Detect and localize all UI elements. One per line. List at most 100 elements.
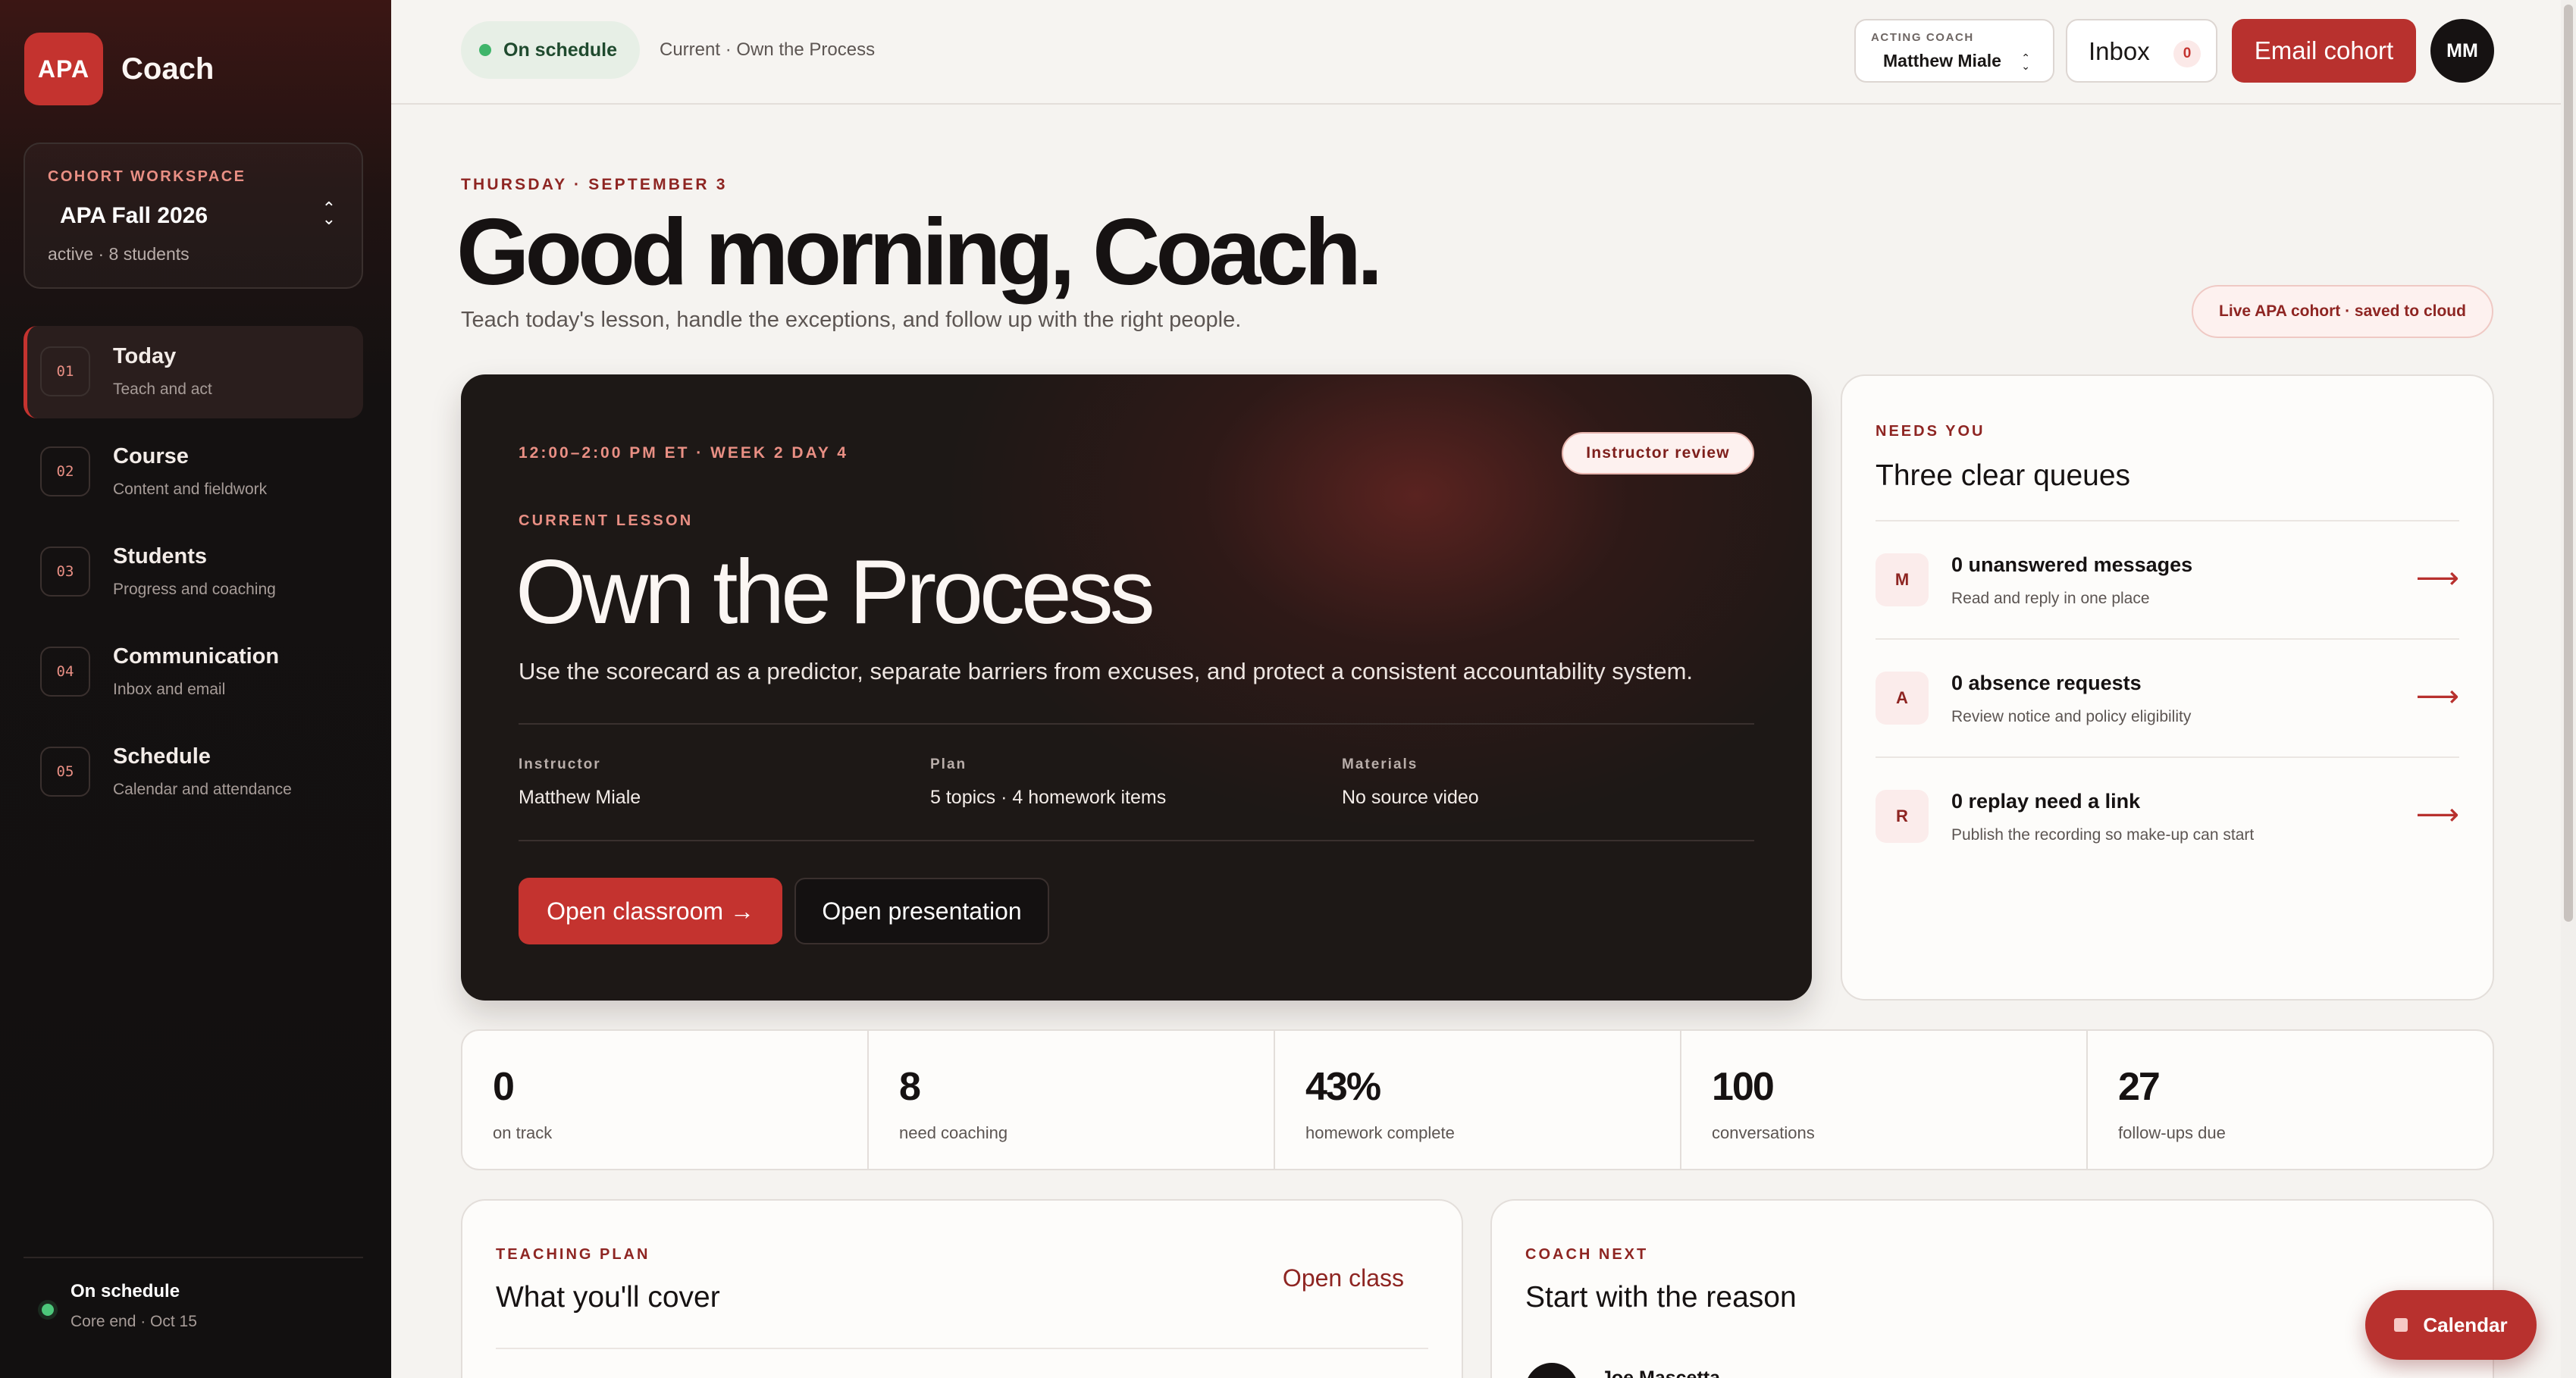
nav-subtitle: Inbox and email [113, 681, 226, 698]
stat-value: 100 [1712, 1065, 1775, 1109]
sidebar-item-schedule[interactable]: 05 Schedule Calendar and attendance [24, 726, 363, 819]
sidebar-item-course[interactable]: 02 Course Content and fieldwork [24, 426, 363, 518]
sidebar-nav: 01 Today Teach and act 02 Course Content… [24, 326, 363, 826]
nav-title: Students [113, 544, 208, 568]
open-classroom-button[interactable]: Open classroom → [519, 878, 782, 944]
page-title: Good morning, Coach. [456, 200, 1383, 305]
queue-name: 0 absence requests [1951, 672, 2142, 694]
meta-value-instructor: Matthew Miale [519, 787, 641, 808]
lesson-label: CURRENT LESSON [519, 512, 694, 529]
inbox-button[interactable]: Inbox 0 [2066, 19, 2217, 83]
status-label: On schedule [503, 39, 618, 61]
student-name[interactable]: Joe Mascetta [1601, 1367, 1720, 1378]
nav-title: Course [113, 444, 189, 468]
sidebar: APA Coach COHORT WORKSPACE APA Fall 2026… [0, 0, 391, 1378]
teaching-plan-eyebrow: TEACHING PLAN [496, 1246, 650, 1263]
arrow-right-icon: ⟶ [2415, 680, 2459, 713]
nav-subtitle: Teach and act [113, 381, 212, 398]
open-class-link[interactable]: Open class [1283, 1264, 1404, 1292]
calendar-icon [2394, 1318, 2408, 1332]
stat-value: 8 [899, 1065, 921, 1109]
stat-need-coaching[interactable]: 8 need coaching [869, 1031, 1275, 1169]
workspace-name: APA Fall 2026 [60, 203, 208, 228]
student-avatar [1525, 1363, 1578, 1378]
nav-number: 03 [40, 547, 90, 597]
queue-item-replays[interactable]: R 0 replay need a link Publish the recor… [1876, 756, 2459, 875]
arrow-right-icon: ⟶ [2415, 562, 2459, 595]
acting-coach-label: ACTING COACH [1871, 31, 1974, 44]
divider [496, 1348, 1428, 1349]
avatar[interactable]: MM [2430, 19, 2494, 83]
stat-label: follow-ups due [2118, 1123, 2226, 1142]
stat-label: conversations [1712, 1123, 1815, 1142]
email-cohort-button[interactable]: Email cohort [2232, 19, 2416, 83]
date-line: THURSDAY · SEPTEMBER 3 [461, 176, 728, 193]
queue-name: 0 unanswered messages [1951, 553, 2193, 576]
acting-coach-selector[interactable]: ACTING COACH Matthew Miale ⌃ ⌄ [1854, 19, 2054, 83]
nav-number: 04 [40, 647, 90, 697]
lesson-description: Use the scorecard as a predictor, separa… [519, 658, 1694, 684]
schedule-status-sub: Core end · Oct 15 [71, 1313, 197, 1330]
brand-name: Coach [121, 52, 215, 86]
nav-title: Communication [113, 644, 280, 669]
coach-next-card: COACH NEXT Start with the reason Joe Mas… [1490, 1199, 2494, 1378]
stat-label: need coaching [899, 1123, 1008, 1142]
nav-number: 05 [40, 747, 90, 797]
stat-value: 0 [493, 1065, 515, 1109]
queue-badge: A [1876, 672, 1929, 725]
scrollbar-thumb[interactable] [2564, 5, 2573, 922]
queues-eyebrow: NEEDS YOU [1876, 423, 1985, 440]
status-badge: On schedule [461, 21, 641, 79]
queue-description: Publish the recording so make-up can sta… [1951, 826, 2255, 844]
nav-number: 01 [40, 346, 90, 396]
open-presentation-button[interactable]: Open presentation [794, 878, 1049, 944]
breadcrumb: Current · Own the Process [660, 39, 876, 60]
teaching-plan-card: TEACHING PLAN What you'll cover Open cla… [461, 1199, 1463, 1378]
brand-logo: APA [24, 33, 103, 105]
workspace-meta: active · 8 students [48, 244, 190, 264]
acting-coach-name: Matthew Miale [1883, 51, 2001, 70]
lesson-title: Own the Process [516, 541, 1155, 643]
workspace-label: COHORT WORKSPACE [48, 168, 246, 185]
scrollbar[interactable] [2561, 0, 2576, 1378]
schedule-status-title: On schedule [71, 1281, 180, 1301]
lesson-time: 12:00–2:00 PM ET · WEEK 2 DAY 4 [519, 444, 848, 462]
sidebar-item-students[interactable]: 03 Students Progress and coaching [24, 526, 363, 619]
chevron-updown-icon: ⌃ ⌄ [2021, 52, 2030, 72]
sidebar-item-communication[interactable]: 04 Communication Inbox and email [24, 626, 363, 719]
queue-description: Read and reply in one place [1951, 590, 2150, 607]
meta-label-instructor: Instructor [519, 756, 601, 772]
sync-status-badge: Live APA cohort · saved to cloud [2192, 285, 2493, 338]
divider [519, 840, 1754, 841]
stat-homework-complete[interactable]: 43% homework complete [1275, 1031, 1681, 1169]
page-subtitle: Teach today's lesson, handle the excepti… [461, 308, 1242, 332]
stat-on-track[interactable]: 0 on track [462, 1031, 869, 1169]
calendar-button[interactable]: Calendar [2365, 1290, 2537, 1360]
sidebar-item-today[interactable]: 01 Today Teach and act [24, 326, 363, 418]
status-dot-icon [42, 1304, 54, 1316]
nav-title: Schedule [113, 744, 211, 769]
queue-name: 0 replay need a link [1951, 790, 2141, 813]
queue-badge: R [1876, 790, 1929, 843]
nav-number: 02 [40, 446, 90, 496]
nav-subtitle: Progress and coaching [113, 581, 276, 598]
inbox-count-badge: 0 [2173, 40, 2201, 67]
top-bar: On schedule Current · Own the Process AC… [391, 0, 2576, 105]
coach-next-eyebrow: COACH NEXT [1525, 1246, 1649, 1263]
nav-title: Today [113, 344, 177, 368]
brand[interactable]: APA Coach [24, 33, 214, 105]
queue-badge: M [1876, 553, 1929, 606]
needs-you-card: NEEDS YOU Three clear queues M 0 unanswe… [1841, 374, 2494, 1001]
stat-follow-ups[interactable]: 27 follow-ups due [2088, 1031, 2493, 1169]
queue-item-absences[interactable]: A 0 absence requests Review notice and p… [1876, 638, 2459, 756]
stat-value: 27 [2118, 1065, 2161, 1109]
stat-label: on track [493, 1123, 553, 1142]
status-dot-icon [479, 44, 491, 56]
teaching-plan-title: What you'll cover [496, 1281, 720, 1314]
cohort-workspace-selector[interactable]: COHORT WORKSPACE APA Fall 2026 ⌃ ⌄ active… [24, 142, 363, 289]
queue-item-messages[interactable]: M 0 unanswered messages Read and reply i… [1876, 520, 2459, 638]
meta-value-materials: No source video [1342, 787, 1479, 808]
schedule-status: On schedule Core end · Oct 15 [24, 1257, 363, 1330]
stat-conversations[interactable]: 100 conversations [1681, 1031, 2088, 1169]
instructor-review-badge[interactable]: Instructor review [1562, 432, 1754, 474]
